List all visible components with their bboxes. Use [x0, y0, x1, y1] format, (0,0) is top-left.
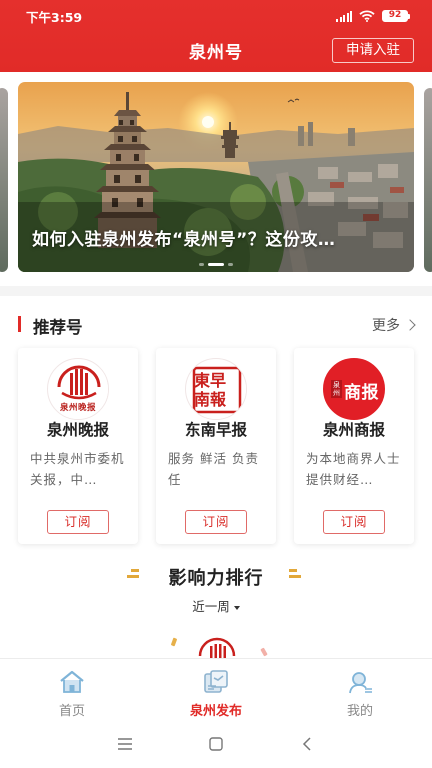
- title-bar: 泉州号 申请入驻: [0, 32, 432, 72]
- recommend-title: 推荐号: [33, 318, 83, 337]
- quanzhou-business-news-logo: 泉州 商报: [323, 358, 385, 420]
- banner-carousel[interactable]: 如何入驻泉州发布“泉州号”？这份攻…: [0, 72, 432, 286]
- tab-home[interactable]: 首页: [0, 659, 144, 720]
- back-icon[interactable]: [287, 729, 327, 759]
- caret-down-icon[interactable]: [233, 605, 240, 610]
- apply-join-button[interactable]: 申请入驻: [332, 38, 414, 63]
- ranking-title: 影响力排行: [168, 568, 264, 589]
- tab-profile[interactable]: 我的: [288, 659, 432, 720]
- previous-slide-peek[interactable]: [0, 88, 8, 272]
- more-link[interactable]: 更多: [372, 315, 416, 335]
- banner-caption[interactable]: 如何入驻泉州发布“泉州号”？这份攻…: [32, 225, 335, 250]
- account-name[interactable]: 泉州商报: [294, 418, 414, 440]
- battery-icon: 92: [382, 10, 410, 22]
- banner-dot: [199, 263, 204, 266]
- logo-small-text: 泉州: [331, 380, 342, 398]
- logo-text: 泉州晚报: [59, 403, 96, 413]
- app-header: 下午3:59 92 泉州号 申请入驻: [0, 0, 432, 72]
- section-marker: [18, 316, 21, 332]
- chevron-right-icon[interactable]: [404, 319, 416, 331]
- logo-text: 商报: [344, 383, 379, 403]
- tab-profile-label[interactable]: 我的: [288, 700, 432, 719]
- period-label[interactable]: 近一周: [192, 599, 230, 614]
- banner-indicator: [18, 263, 414, 266]
- subscribe-button[interactable]: 订阅: [323, 510, 385, 534]
- account-name[interactable]: 东南早报: [156, 418, 276, 440]
- battery-level: 92: [382, 10, 408, 22]
- confetti-decoration: [170, 637, 178, 647]
- profile-icon[interactable]: [346, 669, 374, 695]
- home-icon[interactable]: [58, 669, 86, 695]
- account-card[interactable]: 泉州 商报 泉州商报 为本地商界人士提供财经… 订阅: [294, 348, 414, 544]
- ranking-decoration-right: [289, 569, 301, 585]
- account-desc: 为本地商界人士提供财经…: [306, 451, 401, 487]
- period-dropdown[interactable]: 近一周: [0, 596, 432, 615]
- subscribe-button[interactable]: 订阅: [47, 510, 109, 534]
- tab-publish-label[interactable]: 泉州发布: [144, 700, 288, 719]
- wifi-icon: [359, 10, 375, 22]
- account-card[interactable]: 泉州晚报 泉州晚报 中共泉州市委机关报，中… 订阅: [18, 348, 138, 544]
- account-desc: 中共泉州市委机关报，中…: [30, 451, 125, 487]
- ranking-header: 影响力排行: [0, 564, 432, 590]
- tab-publish[interactable]: 泉州发布: [144, 659, 288, 720]
- tab-home-label[interactable]: 首页: [0, 700, 144, 719]
- signal-icon: [336, 10, 352, 22]
- system-nav-bar: [0, 720, 432, 768]
- status-bar: 下午3:59 92: [0, 0, 432, 32]
- top-rank-logo-peek: [196, 636, 238, 658]
- status-icons: 92: [336, 10, 410, 22]
- recommend-section: 推荐号 更多 泉州晚报 泉州晚报 中共泉州市委机关报，中… 订阅 東早南報 东南…: [0, 296, 432, 658]
- confetti-decoration: [260, 647, 268, 657]
- banner-dot-active: [208, 263, 224, 266]
- banner-slide[interactable]: 如何入驻泉州发布“泉州号”？这份攻…: [18, 82, 414, 272]
- southeast-morning-news-logo: 東早南報: [185, 358, 247, 420]
- recommend-header: 推荐号 更多: [0, 314, 432, 337]
- logo-text: 東早南報: [194, 371, 227, 409]
- account-desc: 服务 鲜活 负责任: [168, 451, 259, 487]
- home-square-icon[interactable]: [196, 729, 236, 759]
- quanzhou-evening-news-logo: 泉州晚报: [47, 358, 109, 420]
- bottom-tab-bar: 首页 泉州发布 我的: [0, 658, 432, 720]
- next-slide-peek[interactable]: [424, 88, 432, 272]
- more-label[interactable]: 更多: [372, 315, 400, 335]
- recommend-cards: 泉州晚报 泉州晚报 中共泉州市委机关报，中… 订阅 東早南報 东南早报 服务 鲜…: [18, 348, 418, 544]
- account-card[interactable]: 東早南報 东南早报 服务 鲜活 负责任 订阅: [156, 348, 276, 544]
- publish-icon[interactable]: [202, 669, 230, 695]
- banner-dot: [228, 263, 233, 266]
- subscribe-button[interactable]: 订阅: [185, 510, 247, 534]
- account-name[interactable]: 泉州晚报: [18, 418, 138, 440]
- status-time: 下午3:59: [26, 9, 83, 25]
- menu-icon[interactable]: [105, 729, 145, 759]
